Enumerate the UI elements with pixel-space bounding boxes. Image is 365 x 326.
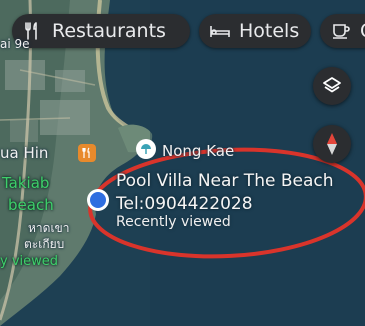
compass-icon [327,133,337,155]
restaurants-label: Restaurants [52,20,166,42]
beach-umbrella-icon [141,144,151,154]
coffee-label: C [360,20,365,42]
bed-icon [209,20,231,42]
selected-place-title[interactable]: Pool Villa Near The Beach Tel:0904422028 [116,170,356,216]
restaurants-chip[interactable]: Restaurants [12,14,190,48]
hotels-chip[interactable]: Hotels [199,14,311,48]
beach-marker[interactable] [136,139,156,159]
beach-label: beach [8,196,54,214]
hua-hin-label: ua Hin [0,144,49,162]
coffee-cup-icon [330,20,352,42]
selected-place-subtitle: Recently viewed [116,214,231,230]
coffee-chip[interactable]: C [320,14,365,48]
fork-knife-icon [82,147,90,158]
takiab-label: Takiab [2,174,50,192]
selected-place-pin[interactable] [87,189,109,211]
recently-viewed-left-label: y viewed [0,254,59,269]
restaurant-marker[interactable] [78,144,96,162]
pin-dot [90,192,106,208]
nong-kae-label: Nong Kae [162,142,235,160]
layers-button[interactable] [313,67,351,105]
map-view[interactable]: Restaurants Hotels C ai 9e ua Hin Takiab… [0,0,365,326]
thai-label-line2: ตะเกียบ [24,237,65,251]
highlight-ellipse [88,147,365,259]
hotels-label: Hotels [239,20,300,42]
compass-button[interactable] [313,125,351,163]
layers-icon [323,77,341,93]
city-label: ai 9e [0,37,30,51]
